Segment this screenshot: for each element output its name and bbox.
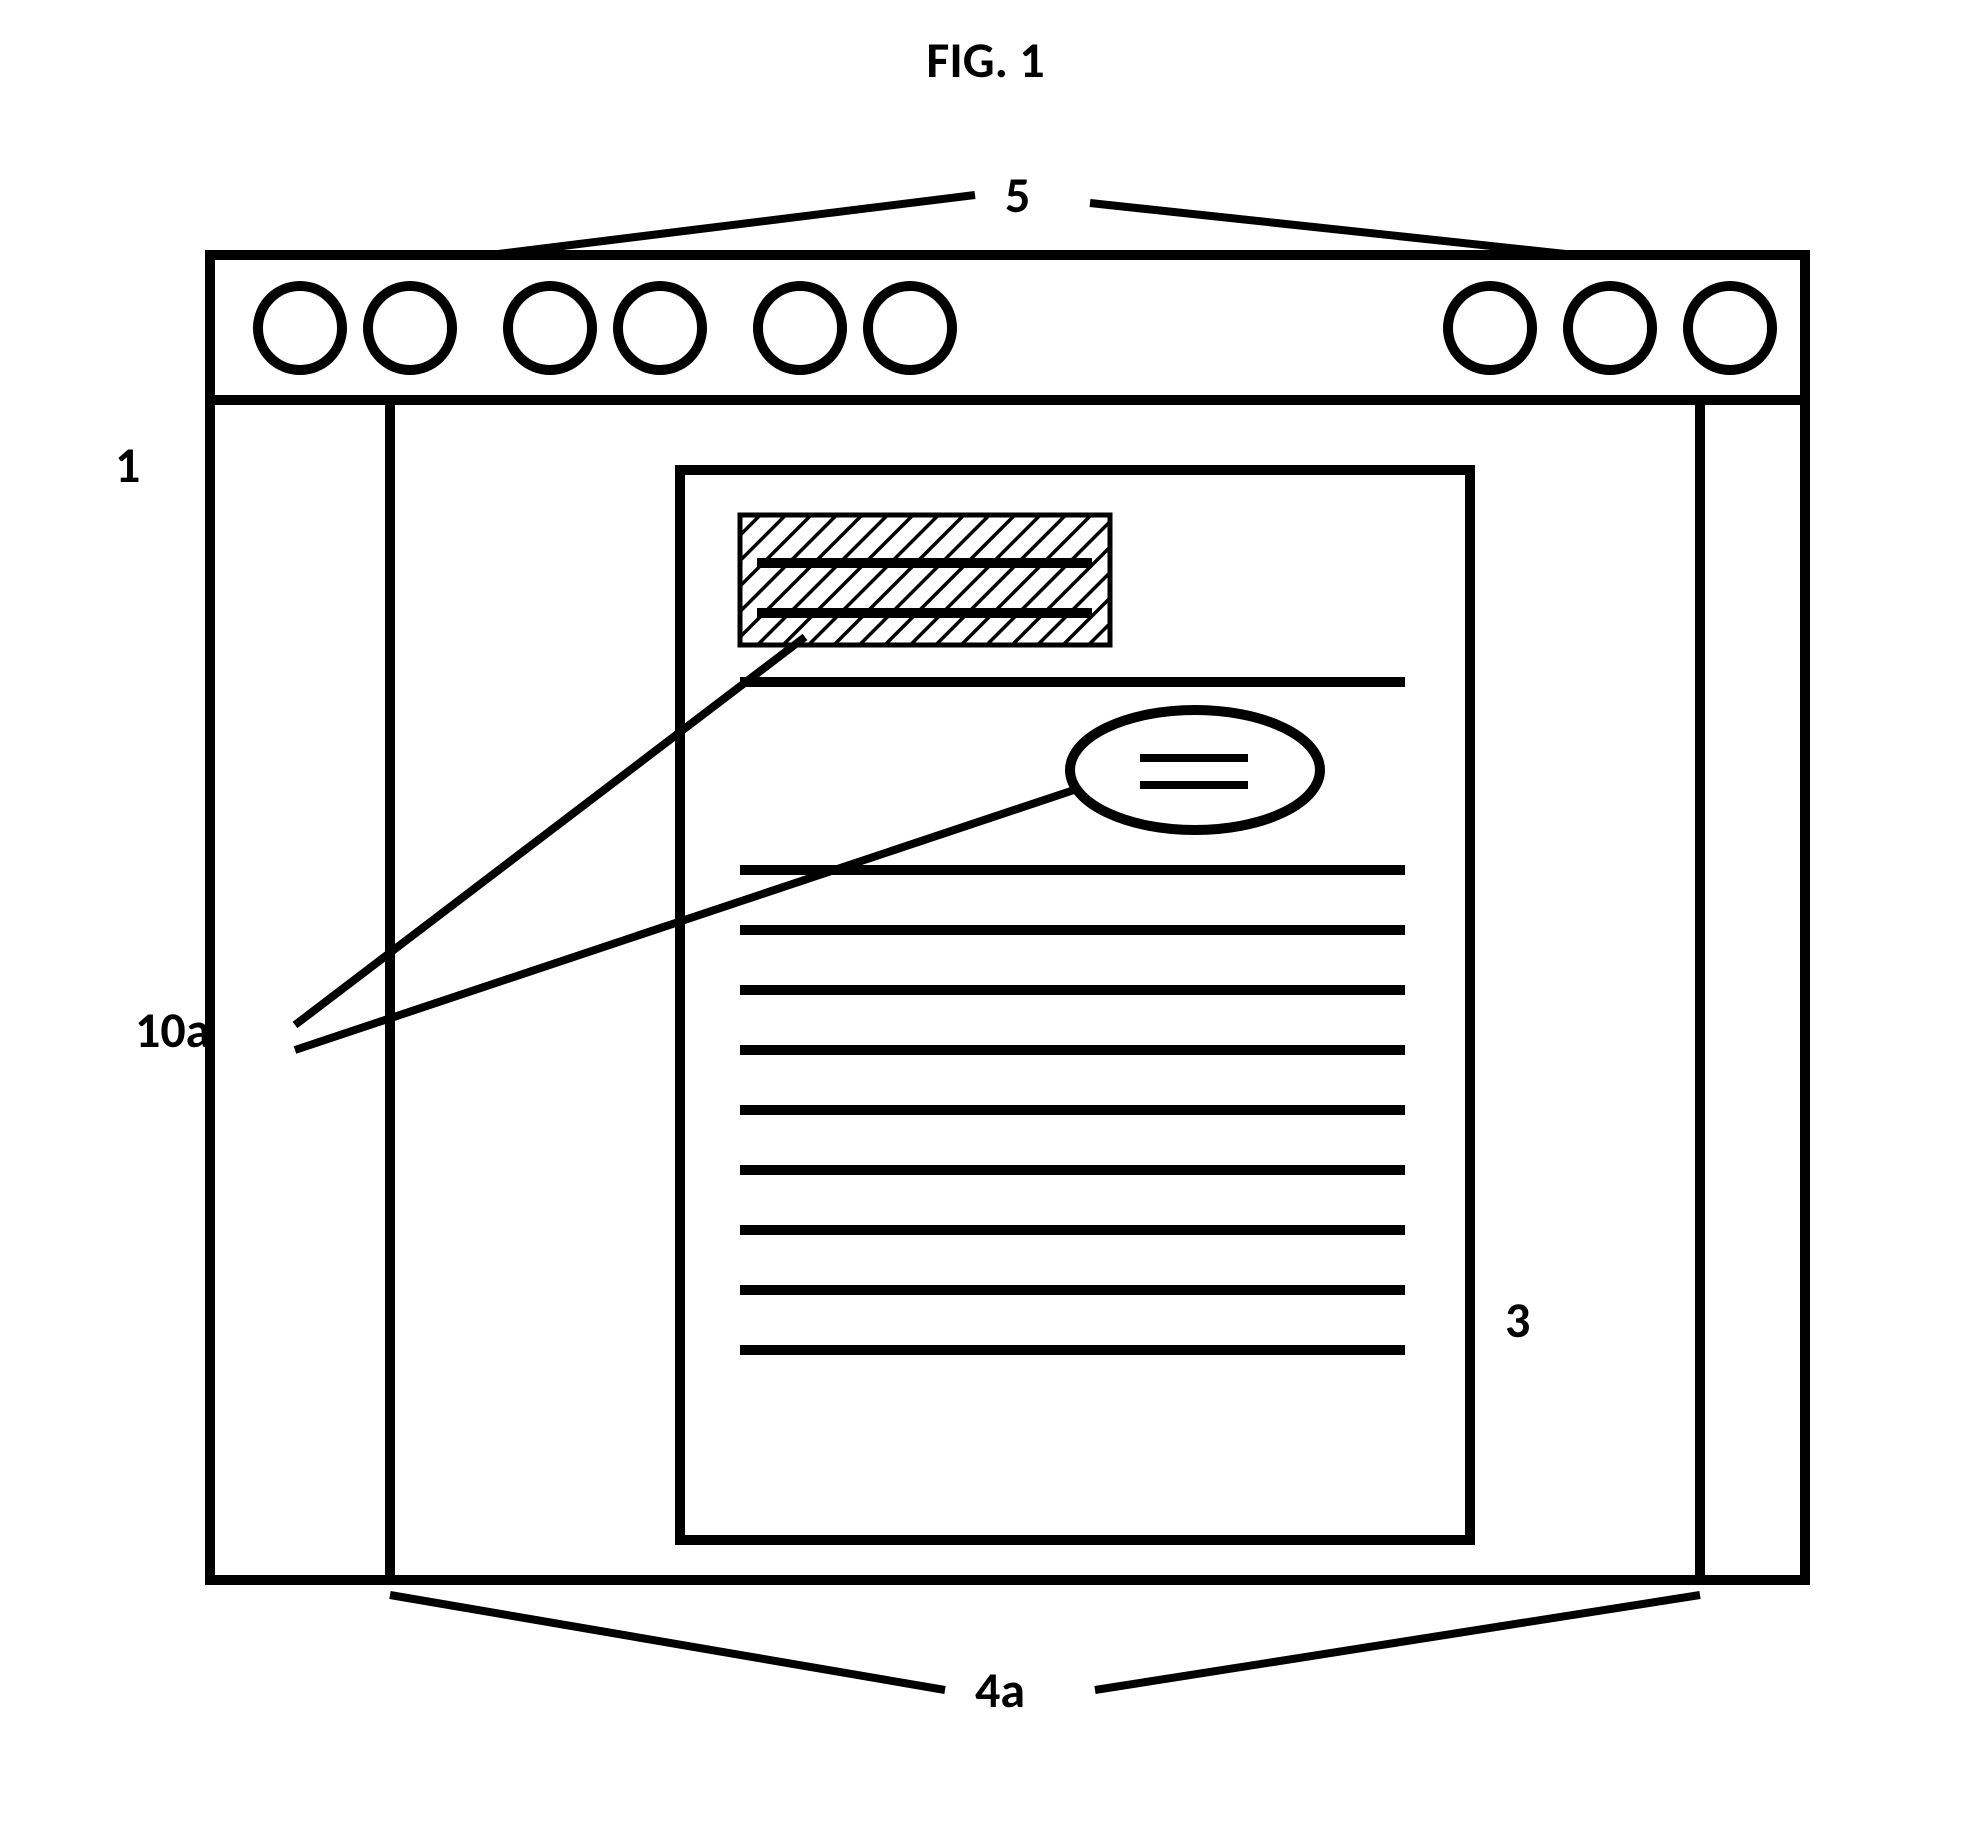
overlay-ellipse	[1070, 710, 1320, 830]
overlay-block	[740, 515, 1110, 645]
callout-leader	[1090, 203, 1575, 255]
callout-label-4a: 4a	[975, 1660, 1025, 1721]
toolbar-button-icon	[1568, 286, 1652, 370]
toolbar-button-icon	[758, 286, 842, 370]
diagram-svg	[0, 0, 1971, 1821]
toolbar-button-icon	[258, 286, 342, 370]
toolbar-button-icon	[1448, 286, 1532, 370]
callout-label-3: 3	[1505, 1290, 1530, 1351]
callout-leader	[295, 788, 1080, 1050]
window-frame	[210, 255, 1805, 1580]
toolbar-button-icon	[618, 286, 702, 370]
callout-label-5: 5	[1005, 165, 1030, 226]
toolbar-button-icon	[868, 286, 952, 370]
callout-leader	[390, 1595, 945, 1690]
toolbar-button-icon	[368, 286, 452, 370]
callout-label-1: 1	[115, 435, 140, 496]
toolbar-button-icon	[508, 286, 592, 370]
toolbar-button-icon	[1688, 286, 1772, 370]
callout-label-10a: 10a	[135, 1000, 210, 1061]
callout-leader	[490, 195, 975, 255]
callout-leader	[1095, 1595, 1700, 1690]
